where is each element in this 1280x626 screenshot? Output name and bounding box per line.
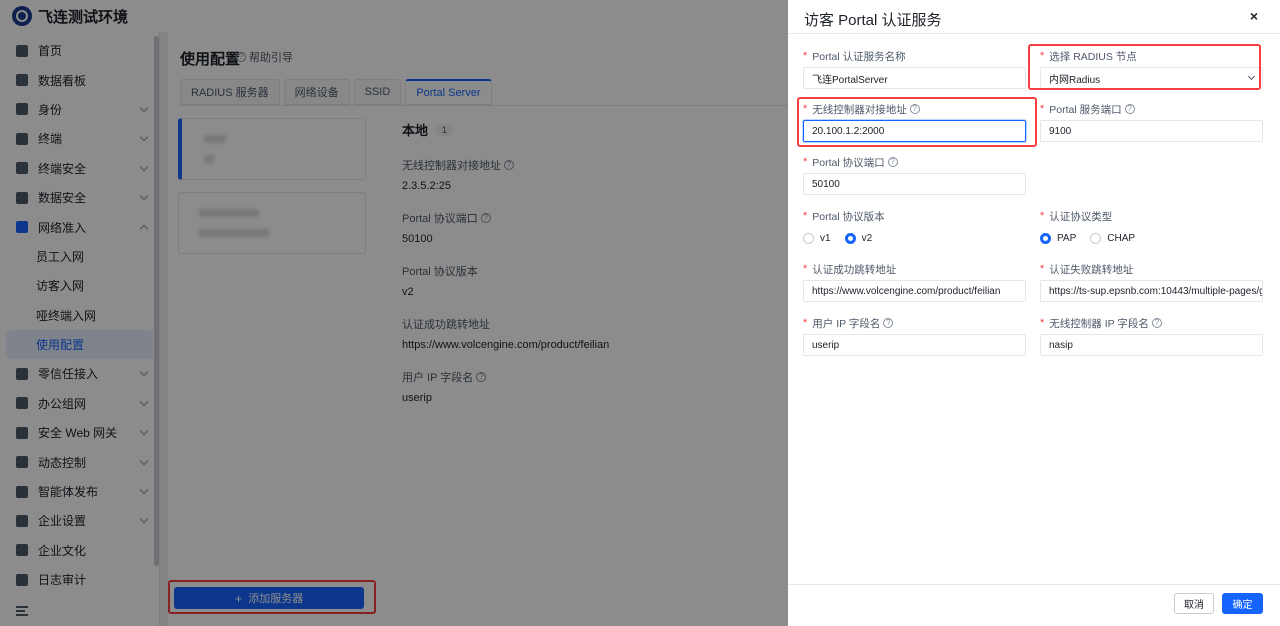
modal-overlay[interactable]: [0, 0, 788, 626]
cancel-button[interactable]: 取消: [1174, 593, 1214, 614]
radio-unchecked-icon: [803, 232, 814, 244]
drawer-divider: [788, 33, 1280, 34]
radio-checked-icon: [1040, 232, 1051, 244]
radio-v2[interactable]: v2: [844, 232, 872, 244]
portal-service-drawer: 访客 Portal 认证服务 × * Portal 认证服务名称 飞连Portal…: [788, 0, 1280, 626]
service-name-input[interactable]: 飞连PortalServer: [803, 67, 1026, 89]
radius-node-highlight: [1028, 44, 1261, 90]
protocol-version-field: * Portal 协议版本 v1 v2: [803, 210, 885, 244]
controller-ip-field: * 无线控制器 IP 字段名? nasip: [1040, 316, 1263, 356]
service-port-field: * Portal 服务端口? 9100: [1040, 102, 1263, 142]
fail-url-input[interactable]: https://ts-sup.epsnb.com:10443/multiple-…: [1040, 280, 1263, 302]
auth-type-field: * 认证协议类型 PAP CHAP: [1040, 210, 1136, 244]
question-icon: ?: [1124, 104, 1135, 114]
success-url-input[interactable]: https://www.volcengine.com/product/feili…: [803, 280, 1026, 302]
radio-checked-icon: [844, 232, 856, 244]
radio-v1[interactable]: v1: [803, 232, 831, 244]
user-ip-input[interactable]: userip: [803, 334, 1026, 356]
question-icon: ?: [1151, 318, 1162, 328]
confirm-button[interactable]: 确定: [1222, 593, 1263, 614]
radio-pap[interactable]: PAP: [1040, 232, 1076, 244]
close-icon[interactable]: ×: [1250, 8, 1258, 24]
protocol-port-field: * Portal 协议端口? 50100: [803, 155, 1026, 195]
service-name-field: * Portal 认证服务名称 飞连PortalServer: [803, 49, 1026, 89]
fail-url-field: * 认证失败跳转地址 https://ts-sup.epsnb.com:10443…: [1040, 262, 1263, 302]
user-ip-field: * 用户 IP 字段名? userip: [803, 316, 1026, 356]
protocol-port-input[interactable]: 50100: [803, 173, 1026, 195]
radio-unchecked-icon: [1090, 232, 1102, 244]
controller-ip-input[interactable]: nasip: [1040, 334, 1263, 356]
service-port-input[interactable]: 9100: [1040, 120, 1263, 142]
drawer-title: 访客 Portal 认证服务: [804, 12, 942, 29]
question-icon: ?: [887, 157, 898, 167]
question-icon: ?: [883, 318, 894, 328]
drawer-footer-divider: [788, 584, 1280, 585]
success-url-field: * 认证成功跳转地址 https://www.volcengine.com/pro…: [803, 262, 1026, 302]
radio-chap[interactable]: CHAP: [1090, 232, 1135, 244]
controller-address-highlight: [797, 97, 1037, 147]
